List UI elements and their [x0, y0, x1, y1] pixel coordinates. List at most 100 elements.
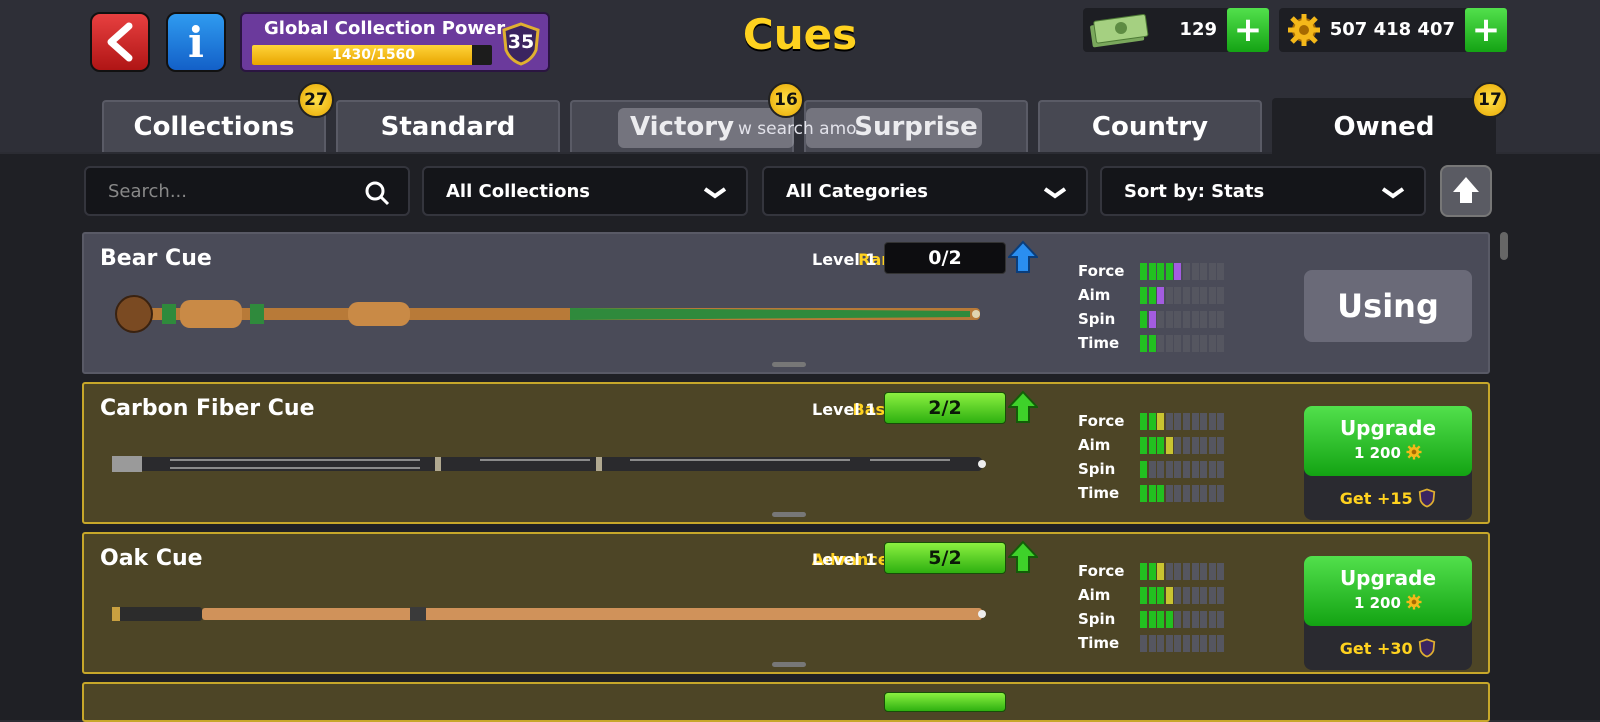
stat-segment: [1174, 563, 1182, 580]
stat-row-force: Force: [1078, 562, 1258, 582]
cue-card-oak[interactable]: Oak Cue Advanced Level 1 5/2 Force Aim Spi…: [82, 532, 1490, 674]
chevron-down-icon: [1043, 187, 1067, 199]
cue-card-carbon-fiber[interactable]: Carbon Fiber Cue Basic Level 1 2/2 Force…: [82, 382, 1490, 524]
tab-standard[interactable]: Standard: [336, 100, 560, 152]
stat-segment: [1140, 437, 1147, 454]
stat-segment: [1183, 413, 1190, 430]
sort-dropdown[interactable]: Sort by: Stats: [1100, 166, 1426, 216]
stat-segment: [1217, 563, 1225, 580]
upgrade-arrow-icon: [1008, 240, 1038, 273]
search-placeholder: Search...: [108, 180, 188, 202]
stat-label: Spin: [1078, 310, 1116, 328]
stat-segment: [1217, 437, 1225, 454]
stat-segment: [1140, 335, 1147, 352]
tab-badge-owned: 17: [1472, 82, 1508, 118]
stat-segment: [1191, 287, 1199, 304]
stat-segment: [1217, 461, 1225, 478]
stat-segment: [1208, 335, 1216, 352]
stat-segment: [1165, 413, 1173, 430]
stat-segment: [1140, 587, 1147, 604]
stat-row-force: Force: [1078, 262, 1258, 282]
upgrade-button[interactable]: Upgrade 1 200: [1304, 406, 1472, 476]
stat-segment: [1208, 311, 1216, 328]
using-button[interactable]: Using: [1304, 270, 1472, 342]
stat-segment: [1174, 587, 1182, 604]
sort-direction-button[interactable]: [1440, 165, 1492, 217]
cue-card-partial[interactable]: [82, 682, 1490, 722]
back-arrow-icon: [107, 22, 133, 62]
stat-segment: [1148, 335, 1156, 352]
expand-handle[interactable]: [772, 512, 806, 517]
tab-collections[interactable]: Collections: [102, 100, 326, 152]
sort-dropdown-value: Sort by: Stats: [1124, 180, 1265, 202]
stat-label: Time: [1078, 634, 1120, 652]
stat-row-force: Force: [1078, 412, 1258, 432]
search-icon: [365, 181, 390, 206]
stat-segment: [1191, 485, 1199, 502]
stat-segment: [1200, 335, 1208, 352]
upgrade-arrow-icon: [1008, 390, 1038, 423]
add-coins-button[interactable]: +: [1465, 8, 1507, 52]
stat-segment: [1174, 287, 1182, 304]
cue-name: Carbon Fiber Cue: [100, 396, 315, 421]
stat-segment: [1140, 311, 1147, 328]
power-level-value: 35: [507, 31, 535, 53]
stat-segment: [1165, 635, 1173, 652]
tab-country[interactable]: Country: [1038, 100, 1262, 152]
add-cash-button[interactable]: +: [1227, 8, 1269, 52]
upgrade-button[interactable]: Upgrade 1 200: [1304, 556, 1472, 626]
tab-owned[interactable]: Owned: [1272, 98, 1496, 154]
stat-segment: [1174, 635, 1182, 652]
stat-segment: [1174, 437, 1182, 454]
stat-segment: [1174, 263, 1182, 280]
page-title: Cues: [742, 10, 858, 59]
coin-gear-icon: [1288, 14, 1320, 46]
stat-segment: [1217, 287, 1225, 304]
global-power-progress: 1430/1560: [332, 47, 416, 63]
stat-segment: [1140, 263, 1147, 280]
info-button[interactable]: i: [166, 12, 226, 72]
stat-segment: [1174, 311, 1182, 328]
stat-segment: [1191, 563, 1199, 580]
tab-label: Owned: [1333, 112, 1435, 142]
stat-segment: [1208, 437, 1216, 454]
stat-segment: [1200, 437, 1208, 454]
upgrade-panel: Upgrade 1 200 Get +15: [1304, 406, 1472, 520]
stat-segment: [1165, 587, 1173, 604]
stat-segment: [1191, 611, 1199, 628]
back-button[interactable]: [90, 12, 150, 72]
expand-handle[interactable]: [772, 662, 806, 667]
collections-dropdown[interactable]: All Collections: [422, 166, 748, 216]
coins-balance: 507 418 407 +: [1279, 8, 1507, 52]
cue-upgrade-progress: 0/2: [884, 242, 1006, 274]
stat-segment: [1165, 263, 1173, 280]
stat-segment: [1191, 413, 1199, 430]
coin-gear-icon: [1406, 594, 1422, 610]
oak-cue-image: [112, 607, 986, 621]
stat-segment: [1148, 413, 1156, 430]
stat-segment: [1208, 263, 1216, 280]
stat-segment: [1148, 635, 1156, 652]
stat-segment: [1140, 413, 1147, 430]
stat-row-spin: Spin: [1078, 610, 1258, 630]
stat-segment: [1217, 611, 1225, 628]
stat-segment: [1217, 485, 1225, 502]
cue-card-bear[interactable]: Bear Cue Rare Level 1 0/2 Force Aim Spin Ti…: [82, 232, 1490, 374]
stat-segment: [1157, 287, 1165, 304]
stat-segment: [1157, 485, 1165, 502]
search-input[interactable]: Search...: [84, 166, 410, 216]
categories-dropdown[interactable]: All Categories: [762, 166, 1088, 216]
cue-level: Level 1: [812, 400, 877, 419]
scrollbar[interactable]: [1500, 232, 1508, 260]
stat-segment: [1157, 587, 1165, 604]
stat-segment: [1157, 437, 1165, 454]
upgrade-panel: Upgrade 1 200 Get +30: [1304, 556, 1472, 670]
stat-segment: [1191, 461, 1199, 478]
stat-segment: [1165, 335, 1173, 352]
stat-segment: [1157, 413, 1165, 430]
stat-label: Aim: [1078, 586, 1111, 604]
stat-label: Spin: [1078, 460, 1116, 478]
cue-level: Level 1: [812, 250, 877, 269]
stat-segment: [1183, 311, 1190, 328]
expand-handle[interactable]: [772, 362, 806, 367]
